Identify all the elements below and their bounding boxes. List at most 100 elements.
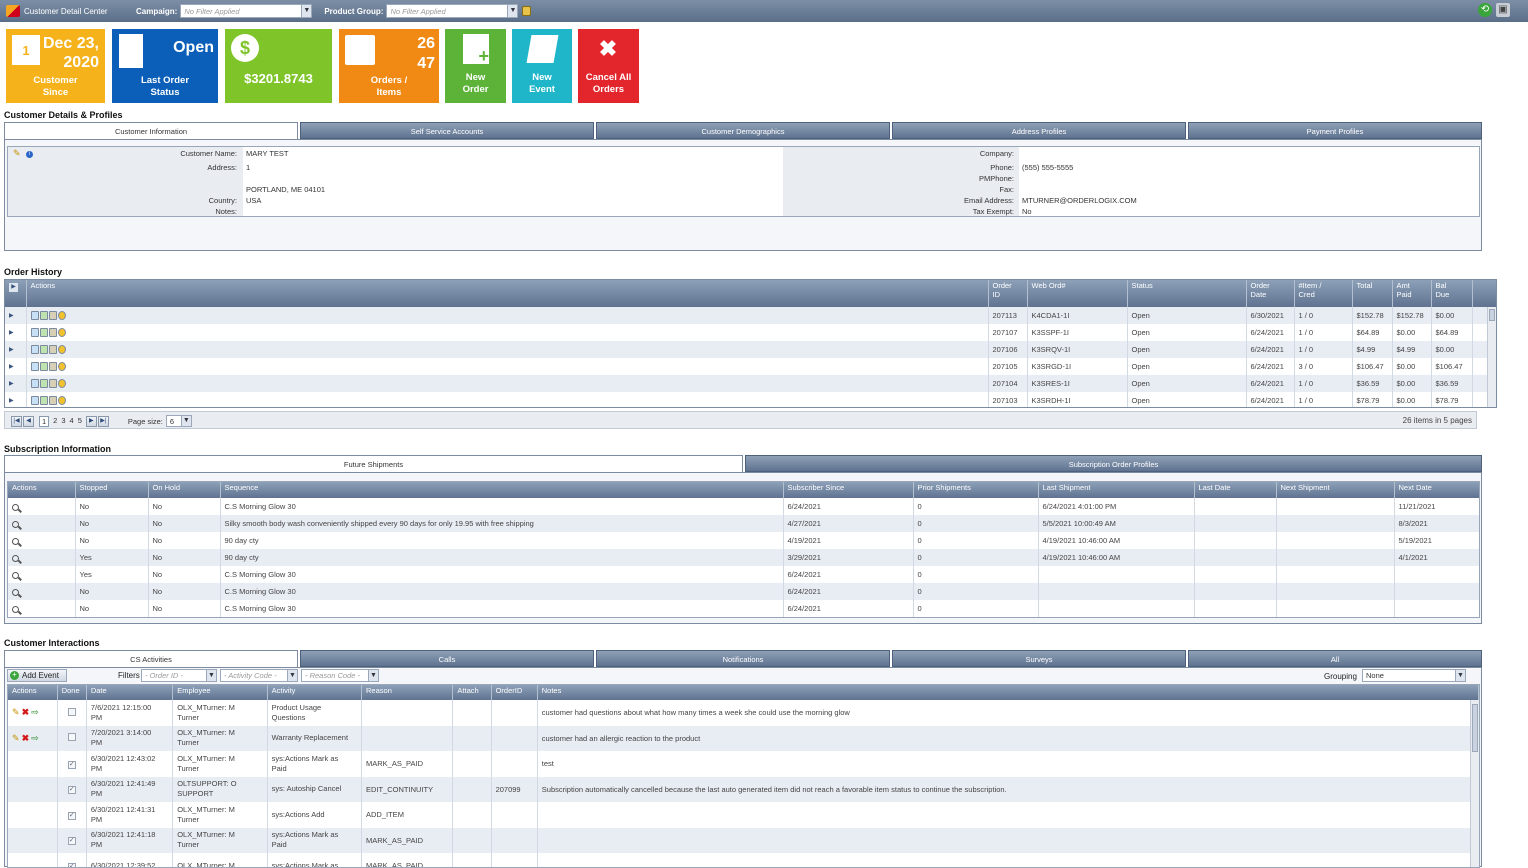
subscription-row[interactable]: No No 90 day cty 4/19/2021 0 4/19/2021 10:46:… xyxy=(8,532,1479,549)
print-order-icon[interactable] xyxy=(48,328,57,338)
subscription-row[interactable]: No No C.S Morning Glow 30 6/24/2021 0 6/24/20… xyxy=(8,498,1479,515)
int-col-order-id[interactable]: OrderID xyxy=(491,685,538,700)
edit-order-icon[interactable] xyxy=(39,362,48,372)
print-order-icon[interactable] xyxy=(48,362,57,372)
int-col-employee[interactable]: Employee xyxy=(172,685,268,700)
info-icon[interactable]: i xyxy=(26,151,33,158)
product-group-filter[interactable]: No Filter Applied ▼ xyxy=(386,4,519,18)
subscription-row[interactable]: No No C.S Morning Glow 30 6/24/2021 0 xyxy=(8,600,1479,617)
order-row[interactable]: ▶ 207106 K3SRQV-1I Open 6/24/2021 1 / 0 $4.99 $… xyxy=(5,341,1496,358)
done-checkbox[interactable]: ✓ xyxy=(67,786,76,795)
payment-icon[interactable] xyxy=(57,311,66,321)
order-row[interactable]: ▶ 207105 K3SRGD-1I Open 6/24/2021 3 / 0 $106.4… xyxy=(5,358,1496,375)
chevron-down-icon[interactable]: ▼ xyxy=(206,670,216,681)
done-checkbox[interactable] xyxy=(67,733,76,742)
interaction-row[interactable]: ✓ 6/30/2021 12:39:52 OLX_MTurner: Msys:Act… xyxy=(8,853,1479,867)
col-order-id[interactable]: Order ID xyxy=(988,280,1028,307)
tab-payment-profiles[interactable]: Payment Profiles xyxy=(1188,122,1482,139)
expand-row-icon[interactable]: ▶ xyxy=(5,392,27,407)
last-page-icon[interactable]: ▶| xyxy=(97,415,109,427)
open-icon[interactable]: ⇨ xyxy=(31,733,39,743)
sub-col-on-hold[interactable]: On Hold xyxy=(148,482,221,498)
chevron-down-icon[interactable]: ▼ xyxy=(301,5,312,17)
chevron-down-icon[interactable]: ▼ xyxy=(180,416,191,426)
expand-all-icon[interactable]: ▶ xyxy=(5,280,27,307)
magnifier-icon[interactable] xyxy=(12,503,19,511)
chevron-down-icon[interactable]: ▼ xyxy=(368,670,378,681)
magnifier-icon[interactable] xyxy=(12,537,19,545)
activity-code-filter[interactable]: - Activity Code - ▼ xyxy=(220,669,298,682)
interaction-row[interactable]: ✓ 6/30/2021 12:41:49 PM OLTSUPPORT: O SUPPOR… xyxy=(8,776,1479,802)
payment-icon[interactable] xyxy=(57,379,66,389)
tab-notifications[interactable]: Notifications xyxy=(596,650,890,667)
done-checkbox[interactable]: ✓ xyxy=(67,862,76,867)
next-page-icon[interactable]: ▶ xyxy=(85,415,97,427)
magnifier-icon[interactable] xyxy=(12,605,19,613)
edit-pencil-icon[interactable]: ✎ xyxy=(12,733,20,743)
new-order-button[interactable]: + New Order xyxy=(445,29,506,103)
payment-icon[interactable] xyxy=(57,328,66,338)
payment-icon[interactable] xyxy=(57,345,66,355)
sub-col-sequence[interactable]: Sequence xyxy=(220,482,784,498)
view-order-icon[interactable] xyxy=(30,396,39,406)
sub-col-next-date[interactable]: Next Date xyxy=(1394,482,1479,498)
edit-pencil-icon[interactable]: ✎ xyxy=(13,148,21,159)
sub-col-prior-shipments[interactable]: Prior Shipments xyxy=(913,482,1039,498)
col-status[interactable]: Status xyxy=(1127,280,1247,307)
edit-order-icon[interactable] xyxy=(39,396,48,406)
order-history-scrollbar[interactable] xyxy=(1487,307,1496,407)
order-row[interactable]: ▶ 207103 K3SRDH-1I Open 6/24/2021 1 / 0 $78.79… xyxy=(5,392,1496,407)
sub-col-last-date[interactable]: Last Date xyxy=(1194,482,1277,498)
view-order-icon[interactable] xyxy=(30,311,39,321)
tab-address-profiles[interactable]: Address Profiles xyxy=(892,122,1186,139)
interaction-row[interactable]: ✎ ✖ ⇨ 7/20/2021 3:14:00 PM OLX_MTurner: M Tu… xyxy=(8,725,1479,751)
sub-col-last-shipment[interactable]: Last Shipment xyxy=(1038,482,1195,498)
done-checkbox[interactable]: ✓ xyxy=(67,837,76,846)
print-order-icon[interactable] xyxy=(48,379,57,389)
last-order-status-tile[interactable]: Open Last Order Status xyxy=(112,29,218,103)
print-order-icon[interactable] xyxy=(48,311,57,321)
payment-icon[interactable] xyxy=(57,396,66,406)
sub-col-stopped[interactable]: Stopped xyxy=(75,482,149,498)
int-col-activity[interactable]: Activity xyxy=(267,685,363,700)
int-col-attach[interactable]: Attach xyxy=(452,685,492,700)
tab-calls[interactable]: Calls xyxy=(300,650,594,667)
print-order-icon[interactable] xyxy=(48,345,57,355)
page-link[interactable]: 3 xyxy=(61,416,65,427)
edit-order-icon[interactable] xyxy=(39,379,48,389)
view-order-icon[interactable] xyxy=(30,379,39,389)
interactions-scrollbar[interactable] xyxy=(1470,700,1479,867)
col-total[interactable]: Total xyxy=(1352,280,1393,307)
order-row[interactable]: ▶ 207104 K3SRES-1I Open 6/24/2021 1 / 0 $36.59… xyxy=(5,375,1496,392)
page-link[interactable]: 5 xyxy=(78,416,82,427)
add-event-button[interactable]: + Add Event xyxy=(7,669,67,682)
back-arrow-icon[interactable]: ⟲ xyxy=(1478,3,1492,17)
order-id-filter[interactable]: - Order ID - ▼ xyxy=(141,669,217,682)
sub-col-next-shipment[interactable]: Next Shipment xyxy=(1276,482,1395,498)
tab-customer-information[interactable]: Customer Information xyxy=(4,122,298,139)
sub-col-subscriber-since[interactable]: Subscriber Since xyxy=(783,482,914,498)
done-checkbox[interactable]: ✓ xyxy=(67,760,76,769)
expand-row-icon[interactable]: ▶ xyxy=(5,358,27,375)
int-col-date[interactable]: Date xyxy=(86,685,174,700)
int-col-done[interactable]: Done xyxy=(57,685,87,700)
int-col-notes[interactable]: Notes xyxy=(537,685,1479,700)
orders-items-tile[interactable]: 26 47 Orders / Items xyxy=(339,29,439,103)
package-icon[interactable]: ▣ xyxy=(1496,3,1510,17)
delete-icon[interactable]: ✖ xyxy=(22,733,30,743)
edit-pencil-icon[interactable]: ✎ xyxy=(12,707,20,717)
page-link[interactable]: 4 xyxy=(70,416,74,427)
tab-customer-demographics[interactable]: Customer Demographics xyxy=(596,122,890,139)
cancel-all-orders-button[interactable]: ✖ Cancel All Orders xyxy=(578,29,639,103)
magnifier-icon[interactable] xyxy=(12,571,19,579)
view-order-icon[interactable] xyxy=(30,328,39,338)
expand-row-icon[interactable]: ▶ xyxy=(5,307,27,324)
expand-row-icon[interactable]: ▶ xyxy=(5,341,27,358)
col-item-cred[interactable]: #Item / Cred xyxy=(1294,280,1353,307)
interaction-row[interactable]: ✓ 6/30/2021 12:43:02 PM OLX_MTurner: M Turne… xyxy=(8,751,1479,777)
view-order-icon[interactable] xyxy=(30,362,39,372)
tab-all[interactable]: All xyxy=(1188,650,1482,667)
expand-row-icon[interactable]: ▶ xyxy=(5,324,27,341)
magnifier-icon[interactable] xyxy=(12,588,19,596)
prev-page-icon[interactable]: ◀ xyxy=(23,415,34,427)
